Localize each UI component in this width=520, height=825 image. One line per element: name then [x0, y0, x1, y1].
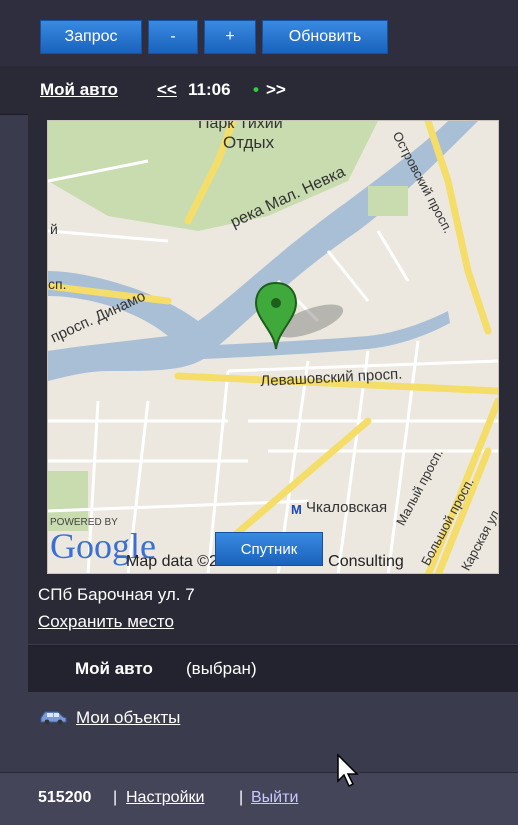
account-id: 515200: [38, 789, 92, 806]
footer: 515200 | Настройки | Выйти: [0, 772, 518, 825]
query-button[interactable]: Запрос: [40, 20, 142, 54]
selected-vehicle-row[interactable]: Мой авто (выбран): [28, 645, 518, 693]
logout-link[interactable]: Выйти: [251, 789, 298, 807]
footer-separator: |: [239, 789, 244, 806]
my-objects-link[interactable]: Мои объекты: [76, 708, 180, 728]
address-text: СПб Барочная ул. 7: [38, 585, 195, 604]
vehicle-name-link[interactable]: Мой авто: [40, 80, 118, 100]
refresh-button[interactable]: Обновить: [262, 20, 388, 54]
green-patch: [368, 186, 408, 216]
satellite-button[interactable]: Спутник: [215, 532, 323, 566]
status-dot: •: [253, 80, 259, 99]
zoom-in-button[interactable]: +: [204, 20, 256, 54]
selected-vehicle-name: Мой авто: [75, 659, 153, 678]
metro-icon: М: [291, 502, 302, 517]
vehicle-header: Мой авто << 11:06 • >>: [0, 66, 518, 115]
toolbar: Запрос - + Обновить: [0, 0, 518, 67]
map-label-ya: й: [50, 221, 58, 237]
map-label-park: Парк Тихий: [198, 120, 283, 132]
car-icon: [40, 711, 67, 725]
selected-state: (выбран): [186, 659, 257, 678]
settings-link[interactable]: Настройки: [126, 789, 204, 807]
save-place-link[interactable]: Сохранить место: [38, 612, 174, 632]
footer-separator: |: [113, 789, 118, 806]
zoom-out-button[interactable]: -: [148, 20, 198, 54]
prev-time-link[interactable]: <<: [157, 80, 177, 100]
map-view[interactable]: Парк Тихий Отдых река Мал. Невка просп. …: [47, 120, 499, 574]
map-label-chkalovskaya: Чкаловская: [306, 499, 388, 516]
current-time: 11:06: [188, 80, 231, 99]
map-label-sp: сп.: [48, 276, 67, 292]
app-window: Запрос - + Обновить Мой авто << 11:06 • …: [0, 0, 518, 825]
mouse-cursor-icon: [337, 753, 359, 788]
map-label-park2: Отдых: [223, 133, 275, 152]
next-time-link[interactable]: >>: [266, 80, 286, 100]
location-marker-icon[interactable]: [254, 281, 298, 350]
objects-row: Мои объекты: [0, 692, 518, 772]
